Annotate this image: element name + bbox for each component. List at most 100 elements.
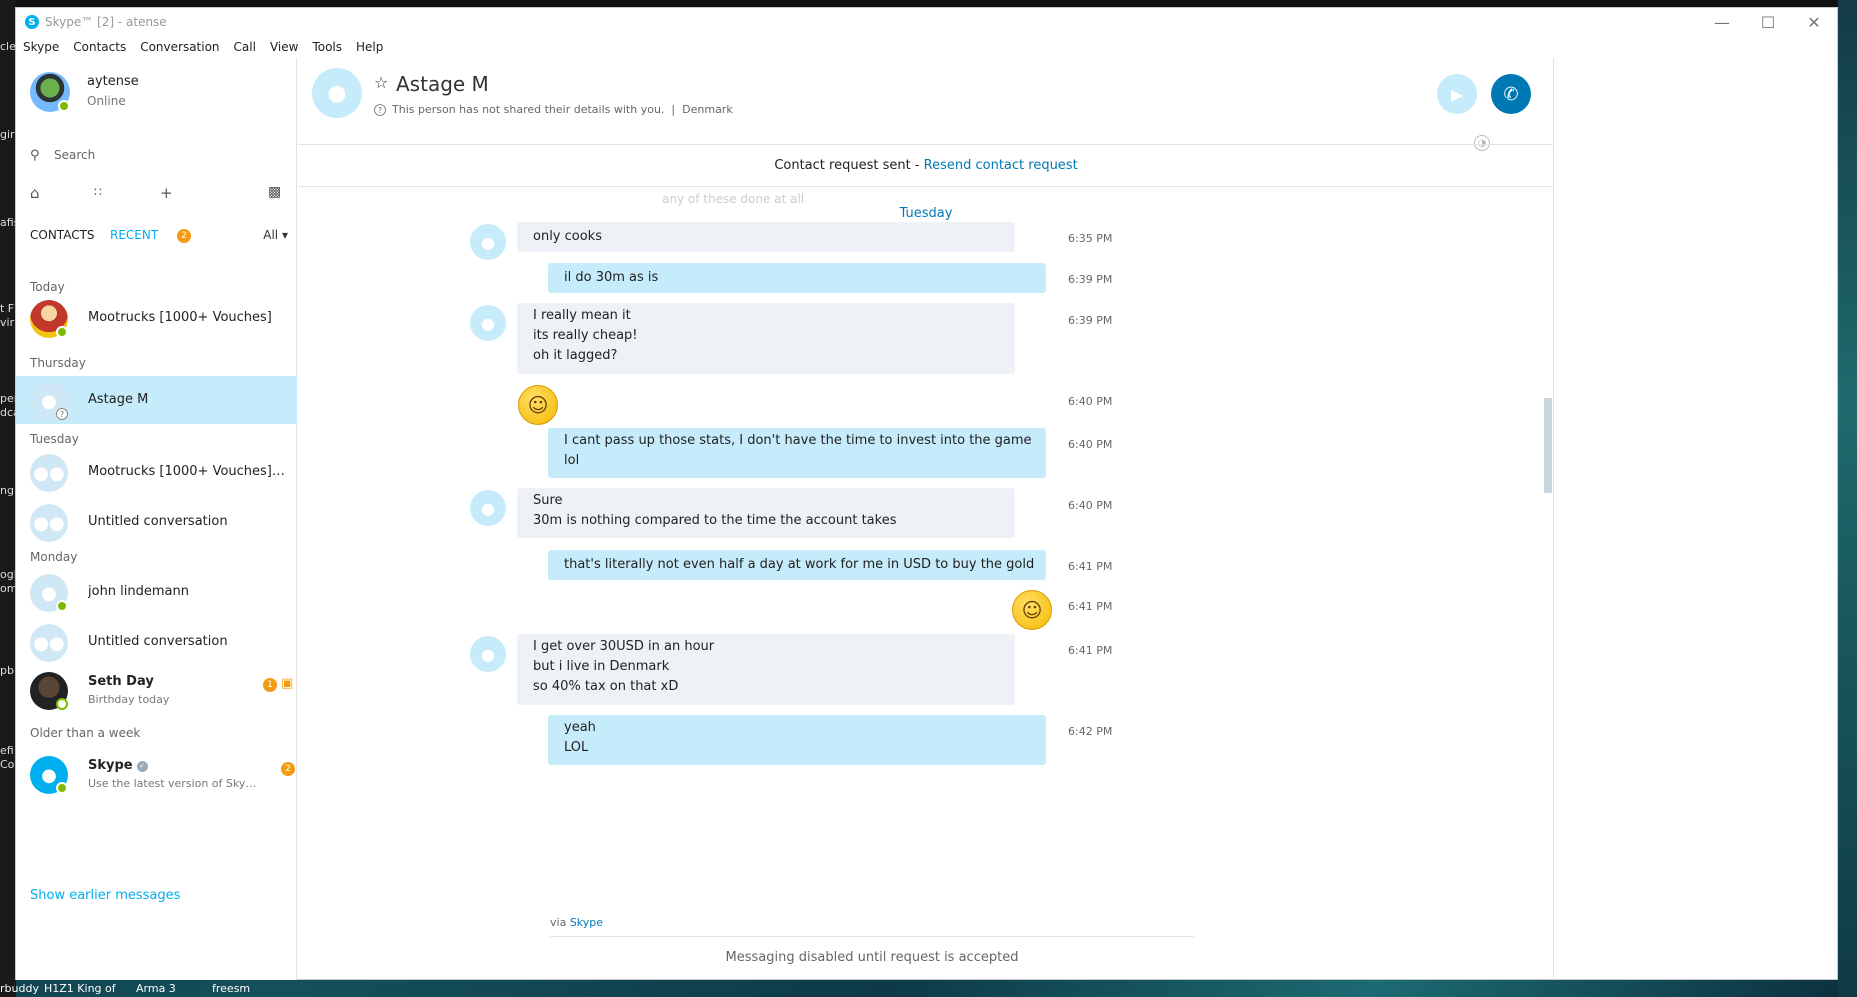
resend-request-link[interactable]: Resend contact request [924, 158, 1078, 173]
close-button[interactable]: ✕ [1791, 8, 1837, 36]
conversation-item-untitled[interactable]: ●● Untitled conversation [16, 498, 297, 546]
window-controls: — ☐ ✕ [1699, 8, 1837, 36]
search-input[interactable] [54, 148, 274, 162]
add-icon[interactable]: + [160, 184, 173, 202]
desktop-label[interactable]: per [0, 392, 16, 405]
desktop-label[interactable]: ng [0, 484, 16, 497]
message-time: 6:40 PM [1068, 499, 1113, 512]
sender-avatar[interactable]: ● [470, 305, 506, 341]
conversation-item-group[interactable]: ●● Mootrucks [1000+ Vouches], As... [16, 448, 297, 496]
conversation-subtitle: Birthday today [88, 693, 170, 706]
message-bubble-outgoing[interactable]: il do 30m as is [548, 263, 1046, 293]
desktop-label[interactable]: gir [0, 128, 16, 141]
message-text: only cooks [533, 229, 602, 244]
voice-call-button[interactable]: ✆ [1491, 74, 1531, 114]
menu-bar: Skype Contacts Conversation Call View To… [16, 36, 390, 58]
menu-view[interactable]: View [270, 40, 298, 54]
conversation-name: Astage M [88, 392, 149, 407]
taskbar-item[interactable]: rbuddy [0, 982, 39, 995]
message-bubble-outgoing[interactable]: yeah LOL [548, 715, 1046, 765]
desktop-label[interactable]: pb [0, 664, 16, 677]
filter-dropdown[interactable]: All ▾ [263, 228, 288, 242]
conversation-item-seth-day[interactable]: Seth Day Birthday today 1 ▣ [16, 666, 297, 714]
message-scrollbar[interactable] [1544, 398, 1552, 493]
message-text: that's literally not even half a day at … [564, 557, 1035, 572]
desktop-label[interactable]: Cor [0, 758, 16, 771]
message-time: 6:39 PM [1068, 314, 1113, 327]
desktop-label[interactable]: vir [0, 316, 16, 329]
via-skype-link[interactable]: Skype [570, 916, 603, 929]
desktop-label[interactable]: cle [0, 40, 16, 53]
conversation-name: Mootrucks [1000+ Vouches] [88, 310, 272, 325]
tab-contacts[interactable]: CONTACTS [30, 228, 95, 242]
desktop-icons-strip: cle gir afis t F vir per dca ng ogl om p… [0, 0, 16, 997]
conversation-name: Seth Day [88, 674, 154, 689]
message-text: I get over 30USD in an hour [533, 639, 715, 654]
profile-status[interactable]: Online [87, 94, 126, 108]
tab-recent[interactable]: RECENT [110, 228, 158, 242]
home-icon[interactable]: ⌂ [30, 184, 40, 202]
conversation-item-john-lindemann[interactable]: ● john lindemann [16, 568, 297, 616]
minimize-button[interactable]: — [1699, 8, 1745, 36]
contacts-tabs: CONTACTS RECENT 2 All ▾ [30, 228, 288, 248]
message-text: I cant pass up those stats, I don't have… [564, 433, 1032, 448]
conversation-name: Untitled conversation [88, 634, 228, 649]
taskbar-item[interactable]: freesm [212, 982, 250, 995]
message-bubble-outgoing[interactable]: I cant pass up those stats, I don't have… [548, 428, 1046, 478]
video-call-button[interactable]: ▶ [1437, 74, 1477, 114]
message-text: oh it lagged? [533, 348, 618, 363]
desktop-label[interactable]: om [0, 582, 16, 595]
desktop-label[interactable]: afis [0, 216, 16, 229]
favorite-star-icon[interactable]: ☆ [374, 73, 388, 92]
message-bubble-incoming[interactable]: Sure 30m is nothing compared to the time… [517, 488, 1015, 538]
taskbar-item[interactable]: Arma 3 [136, 982, 176, 995]
message-bubble-outgoing[interactable]: that's literally not even half a day at … [548, 550, 1046, 580]
menu-call[interactable]: Call [234, 40, 256, 54]
conversation-item-astage-m[interactable]: ● ? Astage M [16, 376, 297, 424]
menu-help[interactable]: Help [356, 40, 383, 54]
menu-conversation[interactable]: Conversation [140, 40, 219, 54]
message-text: il do 30m as is [564, 270, 659, 285]
skype-window: S Skype™ [2] - atense — ☐ ✕ Skype Contac… [15, 7, 1838, 980]
contact-avatar[interactable]: ● [312, 68, 362, 118]
title-bar[interactable]: S Skype™ [2] - atense — ☐ ✕ [16, 8, 1837, 36]
conversation-item-untitled[interactable]: ●● Untitled conversation [16, 618, 297, 666]
desktop-label[interactable]: ogl [0, 568, 16, 581]
conversation-name: Skype ✓ [88, 758, 288, 773]
message-bubble-incoming[interactable]: I really mean it its really cheap! oh it… [517, 303, 1015, 374]
chevron-down-icon: ▾ [281, 228, 288, 242]
contact-card-icon[interactable]: ▩ [268, 184, 281, 200]
menu-skype[interactable]: Skype [23, 40, 59, 54]
globe-icon[interactable]: ◑ [1474, 135, 1490, 151]
dialpad-icon[interactable]: ∷ [94, 185, 102, 199]
message-bubble-incoming[interactable]: only cooks [517, 222, 1015, 252]
desktop-label[interactable]: dca [0, 406, 16, 419]
smile-emoji-icon[interactable]: ☺ [1012, 590, 1052, 630]
sender-avatar[interactable]: ● [470, 490, 506, 526]
profile-card[interactable]: aytense Online [30, 72, 290, 116]
unknown-status-icon: ? [56, 408, 68, 420]
big-grin-emoji-icon[interactable]: ☺ [518, 385, 558, 425]
sender-avatar[interactable]: ● [470, 636, 506, 672]
message-time: 6:41 PM [1068, 560, 1113, 573]
conversation-item-skype[interactable]: ● Skype ✓ Use the latest version of Skype… [16, 750, 297, 798]
message-list[interactable]: any of these done at all Tuesday ● only … [298, 188, 1554, 878]
unread-badge: 2 [281, 762, 295, 776]
desktop-label[interactable]: t F [0, 302, 16, 315]
via-prefix: via [550, 916, 567, 929]
menu-contacts[interactable]: Contacts [73, 40, 126, 54]
contact-name[interactable]: Astage M [396, 72, 489, 96]
filter-label: All [263, 228, 279, 242]
maximize-button[interactable]: ☐ [1745, 8, 1791, 36]
desktop-label[interactable]: efi [0, 744, 16, 757]
conversation-item-mootrucks[interactable]: Mootrucks [1000+ Vouches] [16, 294, 297, 342]
message-time: 6:40 PM [1068, 395, 1113, 408]
message-bubble-incoming[interactable]: I get over 30USD in an hour but i live i… [517, 634, 1015, 705]
search-box[interactable]: ⚲ [30, 140, 288, 170]
online-status-icon [56, 600, 68, 612]
taskbar-item[interactable]: H1Z1 King of [44, 982, 116, 995]
contact-request-bar: Contact request sent - Resend contact re… [298, 158, 1554, 173]
menu-tools[interactable]: Tools [312, 40, 342, 54]
sender-avatar[interactable]: ● [470, 224, 506, 260]
show-earlier-messages-link[interactable]: Show earlier messages [30, 888, 180, 903]
